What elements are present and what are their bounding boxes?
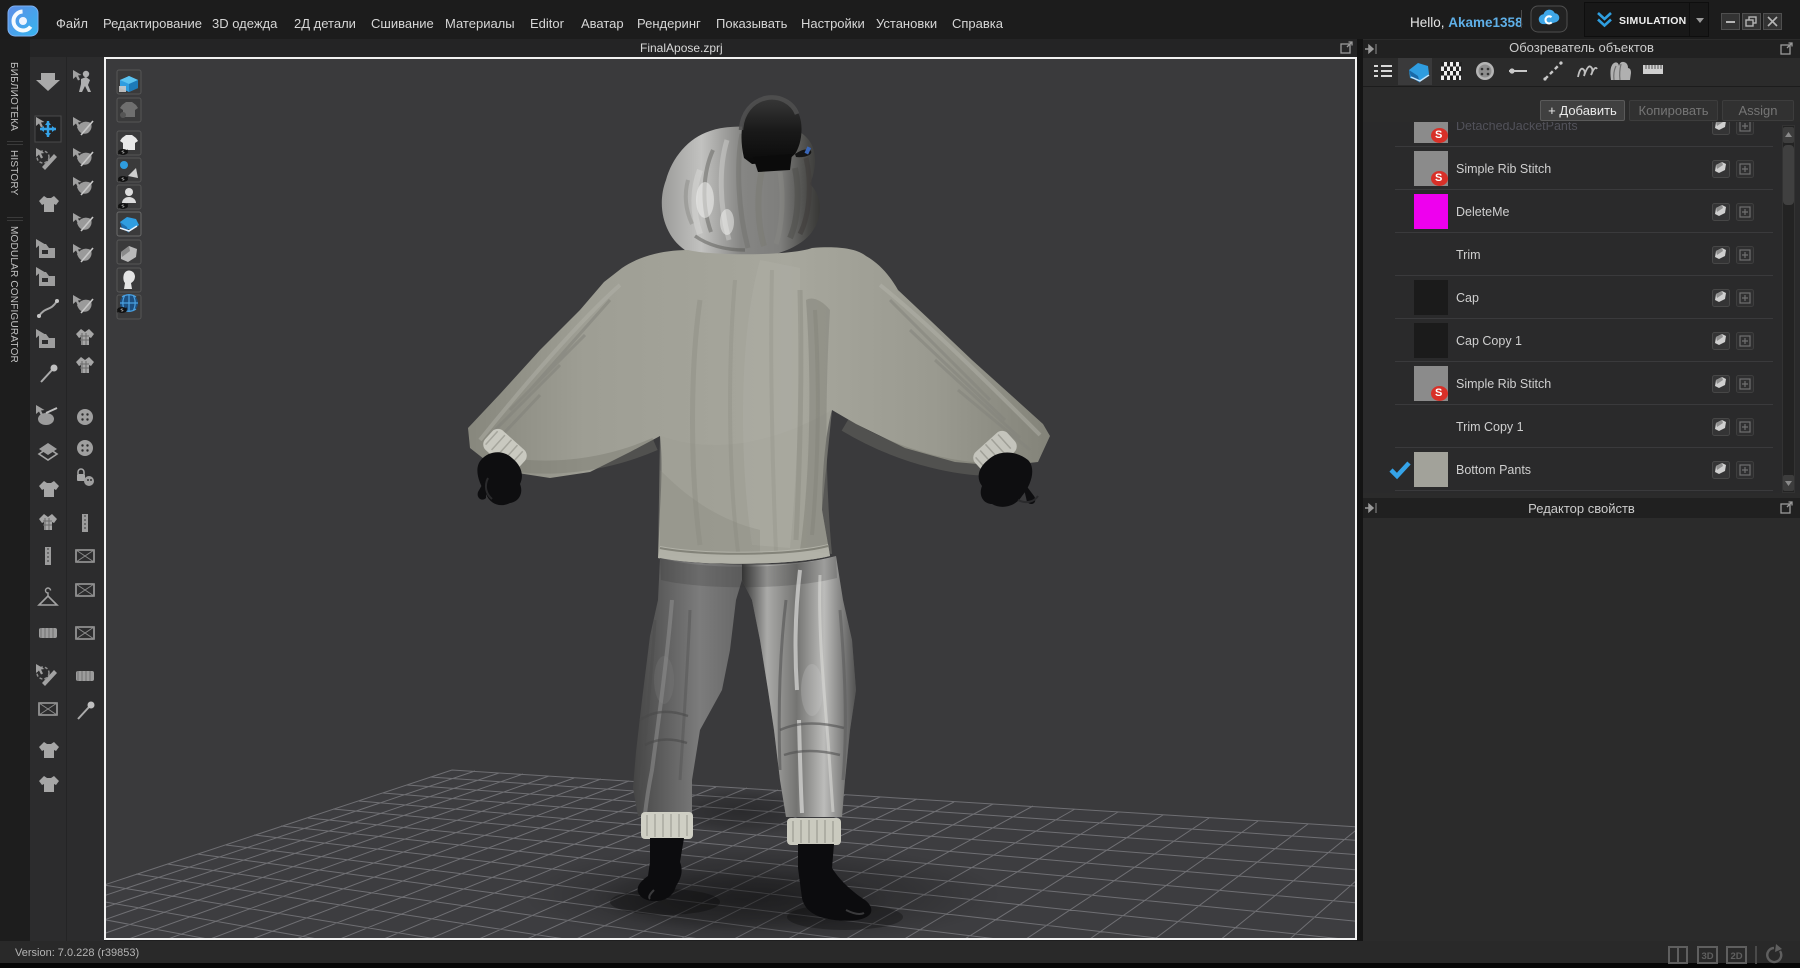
svg-text:3D: 3D [1702, 951, 1714, 962]
svg-text:2D: 2D [1731, 951, 1743, 962]
